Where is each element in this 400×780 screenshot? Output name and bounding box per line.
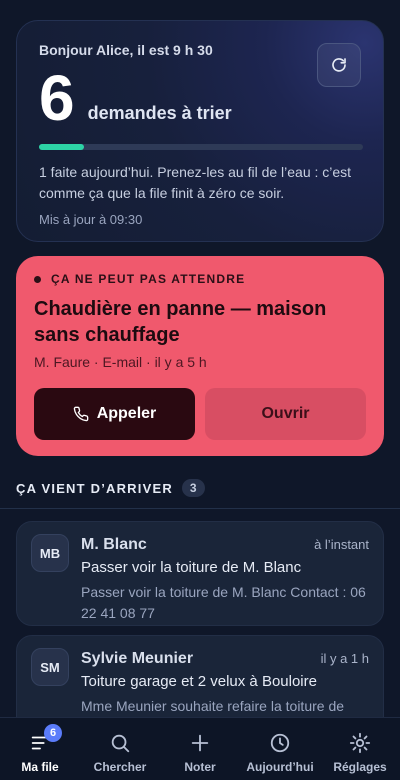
progress-bar <box>39 144 363 150</box>
section-divider <box>0 508 400 509</box>
request-preview: Passer voir la toiture de M. Blanc Conta… <box>81 584 366 621</box>
greeting: Bonjour Alice, il est 9 h 30 <box>39 42 213 58</box>
recent-section-header: ÇA VIENT D’ARRIVER 3 <box>16 479 205 497</box>
tab-label: Chercher <box>93 760 147 774</box>
tab-bar: 6 Ma file Chercher Noter Aujourd’hui Rég… <box>0 717 400 780</box>
tab-label: Ma file <box>21 760 59 774</box>
open-button[interactable]: Ouvrir <box>205 388 366 440</box>
gear-icon <box>349 732 371 754</box>
progress-fill <box>39 144 85 150</box>
summary-card: Bonjour Alice, il est 9 h 30 6 demandes … <box>16 20 384 242</box>
clock-icon <box>270 733 290 753</box>
tab-label: Réglages <box>333 760 387 774</box>
last-updated: Mis à jour à 09:30 <box>39 212 143 227</box>
recent-section-title: ÇA VIENT D’ARRIVER <box>16 480 173 496</box>
avatar: MB <box>31 534 69 572</box>
request-subject: Toiture garage et 2 velux à Bouloire <box>81 673 317 690</box>
pending-count: 6 <box>39 62 75 134</box>
sender-name: Sylvie Meunier <box>81 650 194 667</box>
tab-label: Noter <box>184 760 216 774</box>
urgent-label: ÇA NE PEUT PAS ATTENDRE <box>51 272 246 286</box>
tab-note[interactable]: Noter <box>160 732 240 774</box>
urgent-title: Chaudière en panne — maison sans chauffa… <box>34 298 327 346</box>
tab-label: Aujourd’hui <box>246 760 314 774</box>
phone-icon <box>73 406 89 422</box>
progress-message: 1 faite aujourd’hui. Prenez-les au fil d… <box>39 164 352 201</box>
avatar: SM <box>31 648 69 686</box>
received-time: à l’instant <box>314 537 369 552</box>
call-button-label: Appeler <box>96 405 157 422</box>
tab-settings[interactable]: Réglages <box>320 732 400 774</box>
search-icon <box>111 734 130 753</box>
pending-count-label: demandes à trier <box>87 103 232 123</box>
urgent-dot-icon <box>34 275 41 283</box>
request-card[interactable]: MB M. Blanc à l’instant Passer voir la t… <box>16 521 384 626</box>
urgent-meta: M. Faure · E-mail · il y a 5 h <box>34 354 207 370</box>
sender-name: M. Blanc <box>81 536 147 553</box>
queue-count-badge: 6 <box>44 724 62 742</box>
recent-count-badge: 3 <box>181 479 205 497</box>
open-button-label: Ouvrir <box>261 405 310 422</box>
tab-my-queue[interactable]: 6 Ma file <box>0 724 80 774</box>
urgent-card: ÇA NE PEUT PAS ATTENDRE Chaudière en pan… <box>16 256 384 456</box>
tab-search[interactable]: Chercher <box>80 732 160 774</box>
received-time: il y a 1 h <box>320 651 369 666</box>
call-button[interactable]: Appeler <box>34 388 195 440</box>
tab-today[interactable]: Aujourd’hui <box>240 732 320 774</box>
request-subject: Passer voir la toiture de M. Blanc <box>81 559 302 576</box>
refresh-button[interactable] <box>317 43 361 87</box>
plus-icon <box>191 734 209 752</box>
refresh-icon <box>332 58 346 72</box>
